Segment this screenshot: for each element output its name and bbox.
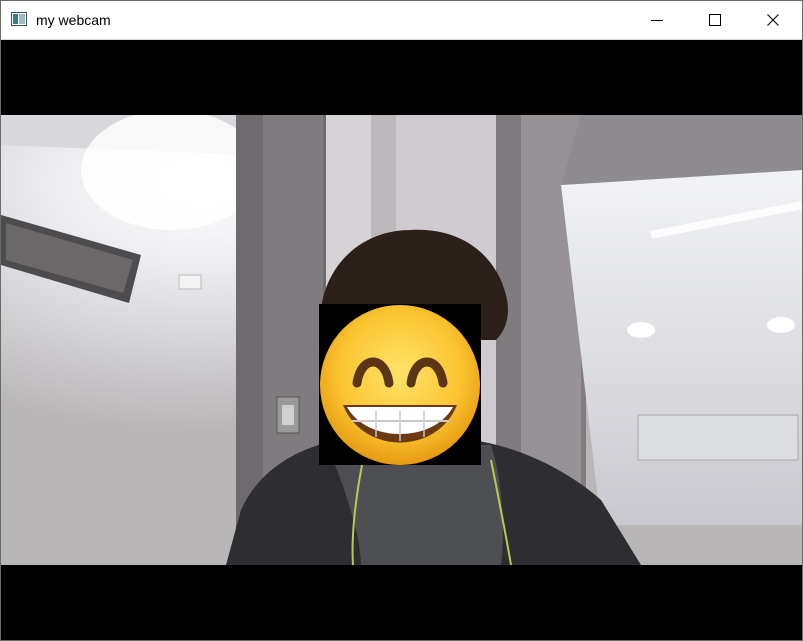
title-bar[interactable]: my webcam — [1, 1, 802, 40]
maximize-button[interactable] — [686, 1, 744, 39]
letterbox-top — [1, 40, 802, 115]
minimize-button[interactable] — [628, 1, 686, 39]
app-icon — [11, 12, 27, 26]
maximize-icon — [709, 14, 721, 26]
letterbox-bottom — [1, 565, 802, 640]
minimize-icon — [651, 14, 663, 26]
webcam-feed — [1, 115, 802, 565]
video-display — [1, 40, 802, 640]
close-icon — [767, 14, 779, 26]
window-title: my webcam — [36, 12, 111, 28]
close-button[interactable] — [744, 1, 802, 39]
webcam-window: my webcam — [0, 0, 803, 641]
